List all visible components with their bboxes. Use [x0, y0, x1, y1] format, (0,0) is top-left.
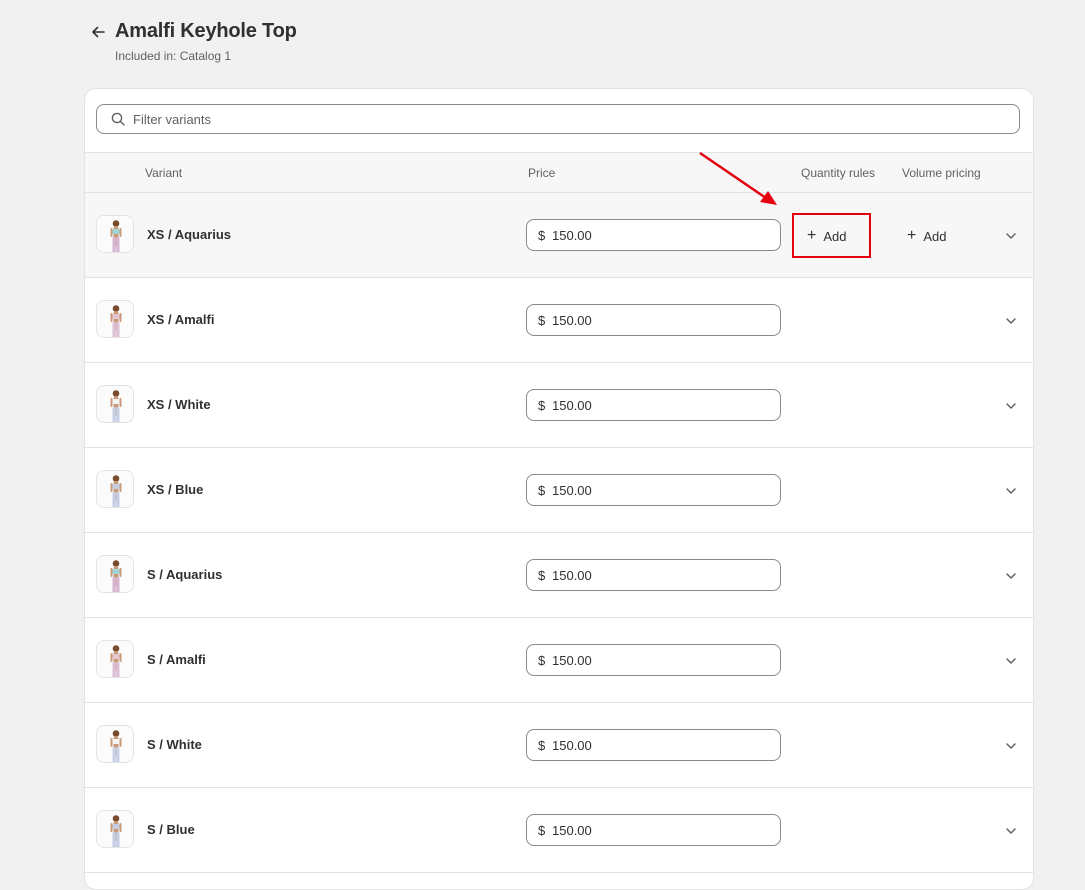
filter-field[interactable] [96, 104, 1020, 134]
currency-symbol: $ [538, 398, 546, 413]
variant-thumbnail [96, 555, 134, 593]
variant-thumbnail [96, 640, 134, 678]
variant-row[interactable]: XS / Amalfi $ [85, 278, 1033, 363]
chevron-down-icon[interactable] [1004, 569, 1018, 583]
price-field[interactable]: $ [526, 304, 781, 336]
price-input[interactable] [552, 305, 752, 335]
price-input[interactable] [552, 220, 752, 250]
variant-row[interactable]: S / Amalfi $ [85, 618, 1033, 703]
page-subtitle: Included in: Catalog 1 [115, 49, 232, 63]
variant-thumbnail [96, 725, 134, 763]
column-quantity-rules: Quantity rules [801, 166, 876, 180]
price-input[interactable] [552, 815, 752, 845]
table-header: Variant Price Quantity rules Volume pric… [85, 152, 1033, 193]
variant-thumbnail [96, 215, 134, 253]
price-input[interactable] [552, 390, 752, 420]
search-icon [111, 112, 125, 126]
chevron-down-icon[interactable] [1004, 654, 1018, 668]
chevron-down-icon[interactable] [1004, 739, 1018, 753]
price-input[interactable] [552, 645, 752, 675]
variant-thumbnail [96, 385, 134, 423]
variants-card: Variant Price Quantity rules Volume pric… [84, 88, 1034, 890]
variant-thumbnail [96, 810, 134, 848]
variant-row[interactable]: S / Blue $ [85, 788, 1033, 873]
chevron-down-icon[interactable] [1004, 824, 1018, 838]
column-variant: Variant [145, 166, 183, 180]
variant-name: S / Blue [147, 822, 195, 837]
add-volume-pricing-button[interactable]: + Add [907, 227, 946, 245]
variant-thumbnail [96, 470, 134, 508]
price-input[interactable] [552, 560, 752, 590]
column-volume-pricing: Volume pricing [902, 166, 981, 180]
price-input[interactable] [552, 475, 752, 505]
variant-row[interactable]: XS / White $ [85, 363, 1033, 448]
price-field[interactable]: $ [526, 814, 781, 846]
variant-thumbnail [96, 300, 134, 338]
chevron-down-icon[interactable] [1004, 229, 1018, 243]
variant-name: XS / Amalfi [147, 312, 215, 327]
annotation-highlight-box [792, 213, 871, 258]
currency-symbol: $ [538, 653, 546, 668]
chevron-down-icon[interactable] [1004, 399, 1018, 413]
currency-symbol: $ [538, 823, 546, 838]
chevron-down-icon[interactable] [1004, 484, 1018, 498]
chevron-down-icon[interactable] [1004, 314, 1018, 328]
price-field[interactable]: $ [526, 474, 781, 506]
variant-name: S / White [147, 737, 202, 752]
column-price: Price [528, 166, 556, 180]
price-field[interactable]: $ [526, 559, 781, 591]
variant-row[interactable]: S / White $ [85, 703, 1033, 788]
variant-row[interactable]: XS / Aquarius $ + Add + Add [85, 193, 1033, 278]
page-title: Amalfi Keyhole Top [115, 20, 297, 42]
add-label: Add [923, 228, 947, 244]
price-field[interactable]: $ [526, 729, 781, 761]
back-arrow-icon[interactable] [88, 22, 108, 42]
variant-name: XS / Blue [147, 482, 204, 497]
price-field[interactable]: $ [526, 389, 781, 421]
variant-name: S / Amalfi [147, 652, 206, 667]
currency-symbol: $ [538, 483, 546, 498]
filter-variants-input[interactable] [133, 105, 993, 133]
currency-symbol: $ [538, 738, 546, 753]
variant-row[interactable]: XS / Blue $ [85, 448, 1033, 533]
currency-symbol: $ [538, 313, 546, 328]
price-field[interactable]: $ [526, 219, 781, 251]
variant-name: XS / White [147, 397, 211, 412]
price-field[interactable]: $ [526, 644, 781, 676]
variant-name: XS / Aquarius [147, 227, 232, 242]
variant-name: S / Aquarius [147, 567, 223, 582]
price-input[interactable] [552, 730, 752, 760]
currency-symbol: $ [538, 568, 546, 583]
variant-row[interactable]: S / Aquarius $ [85, 533, 1033, 618]
plus-icon: + [907, 227, 917, 244]
currency-symbol: $ [538, 228, 546, 243]
